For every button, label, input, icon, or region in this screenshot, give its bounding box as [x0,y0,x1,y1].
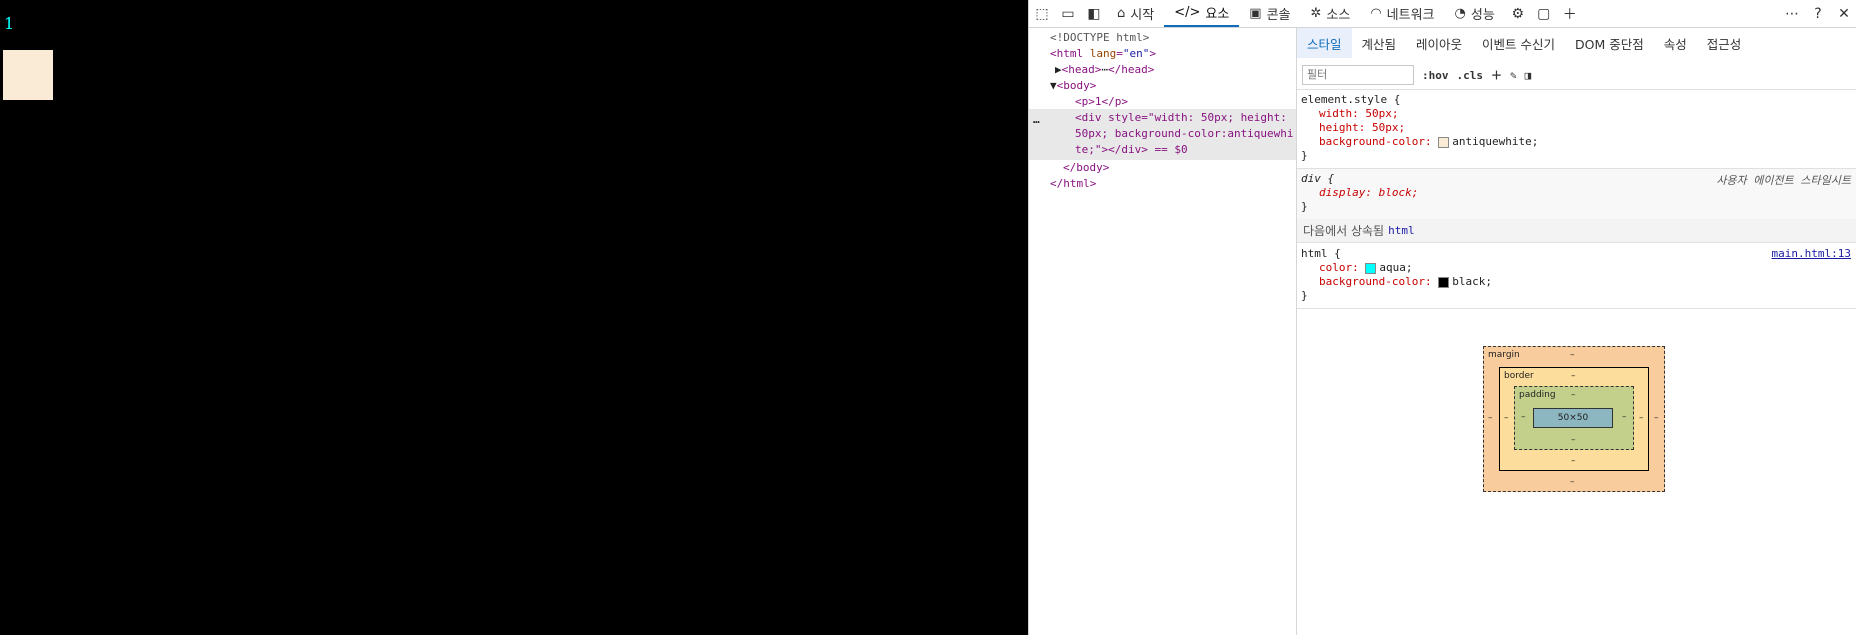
ua-stylesheet-label: 사용자 에이전트 스타일시트 [1716,174,1851,187]
subtab-properties[interactable]: 속성 [1654,28,1697,58]
rule-property: display: block; [1319,186,1419,199]
dock-panel-icon[interactable]: ◧ [1081,0,1107,27]
div-node-line-1[interactable]: <div style="width: 50px; height: [1075,110,1287,126]
node-menu-icon[interactable]: … [1033,112,1040,128]
subtab-layout[interactable]: 레이아웃 [1406,28,1472,58]
tab-performance[interactable]: ◔ 성능 [1445,0,1505,27]
source-link[interactable]: main.html:13 [1772,247,1851,260]
tab-network[interactable]: ◠ 네트워크 [1360,0,1444,27]
subtab-styles[interactable]: 스타일 [1297,28,1352,58]
devtools-toolbar: ⬚ ▭ ◧ ⌂ 시작 </> 요소 ▣ 콘솔 ✲ 소스 ◠ 네트워크 ◔ 성능 ⚙ ▢ ＋ … [1029,0,1856,28]
color-swatch[interactable] [1365,262,1377,274]
antiquewhite-box [3,50,53,100]
rule-property[interactable]: color: aqua; [1319,261,1412,275]
rule-property[interactable]: background-color: black; [1319,275,1492,289]
inspect-icon[interactable]: ⬚ [1029,0,1055,27]
devtools-panel: ⬚ ▭ ◧ ⌂ 시작 </> 요소 ▣ 콘솔 ✲ 소스 ◠ 네트워크 ◔ 성능 ⚙ ▢ ＋ … [1028,0,1856,635]
hov-toggle[interactable]: :hov [1422,69,1449,82]
close-icon[interactable]: ✕ [1831,0,1856,27]
rule-property[interactable]: width: 50px; [1319,107,1398,121]
cls-toggle[interactable]: .cls [1457,69,1484,82]
code-icon: </> [1174,5,1201,20]
help-icon[interactable]: ? [1805,0,1831,27]
rule-property[interactable]: height: 50px; [1319,121,1405,135]
rule-property[interactable]: background-color: antiquewhite; [1319,135,1538,149]
expand-arrow-icon[interactable]: ▶ [1055,63,1062,76]
box-model-content[interactable]: 50×50 [1533,408,1613,428]
page-paragraph: 1 [4,14,15,33]
paint-brush-icon[interactable]: ✎ [1510,69,1517,82]
box-model-border[interactable]: border – – – – padding – – – – 50×50 [1499,367,1649,471]
home-icon: ⌂ [1117,6,1126,21]
wifi-icon: ◠ [1370,6,1382,21]
panel-icon[interactable]: ▢ [1531,0,1557,27]
subtab-event-listeners[interactable]: 이벤트 수신기 [1472,28,1565,58]
p-node[interactable]: <p>1</p> [1075,94,1128,110]
body-node[interactable]: ▼<body> [1050,78,1096,94]
page-viewport: 1 [0,0,1028,635]
rule-close: } [1301,149,1308,162]
bug-icon: ✲ [1310,6,1322,21]
subtab-accessibility[interactable]: 접근성 [1697,28,1752,58]
rule-close: } [1301,200,1308,213]
color-swatch[interactable] [1438,276,1450,288]
plus-icon[interactable]: ＋ [1557,0,1583,27]
element-style-rule: element.style { width: 50px; height: 50p… [1297,90,1856,169]
subtab-dom-breakpoints[interactable]: DOM 중단점 [1565,28,1654,58]
html-node[interactable]: <html lang="en"> [1050,46,1156,62]
settings-icon[interactable]: ⚙ [1505,0,1531,27]
color-swatch[interactable] [1438,136,1450,148]
tab-home[interactable]: ⌂ 시작 [1107,0,1164,27]
rule-selector[interactable]: html { [1301,247,1341,261]
doctype-line[interactable]: <!DOCTYPE html> [1050,30,1149,46]
device-emulation-icon[interactable]: ▭ [1055,0,1081,27]
html-rule: html { color: aqua; background-color: bl… [1297,244,1856,309]
rule-selector[interactable]: element.style { [1301,93,1400,107]
filter-row: :hov .cls ＋ ✎ ◨ [1297,61,1856,90]
box-model-margin[interactable]: margin – – – – border – – – – padding – … [1483,346,1665,492]
styles-pane: 스타일 계산됨 레이아웃 이벤트 수신기 DOM 중단점 속성 접근성 :hov… [1297,28,1856,635]
gauge-icon: ◔ [1454,6,1466,21]
tab-console[interactable]: ▣ 콘솔 [1239,0,1300,27]
styles-subtabs: 스타일 계산됨 레이아웃 이벤트 수신기 DOM 중단점 속성 접근성 [1297,28,1856,58]
subtab-computed[interactable]: 계산됨 [1352,28,1407,58]
more-icon[interactable]: ⋯ [1779,0,1805,27]
html-close: </html> [1050,177,1097,190]
tab-sources[interactable]: ✲ 소스 [1301,0,1361,27]
filter-input[interactable] [1302,65,1414,85]
div-ua-rule: div { display: block; } 사용자 에이전트 스타일시트 [1297,169,1856,220]
inherited-section-header: 다음에서 상속됨 html [1297,219,1856,243]
div-node-line-3[interactable]: te;"></div> == $0 [1075,142,1188,158]
collapse-arrow-icon[interactable]: ▼ [1050,79,1057,92]
div-node-line-2[interactable]: 50px; background-color:antiquewhi [1075,126,1294,142]
head-node[interactable]: ▶<head>⋯</head> [1055,62,1154,78]
body-close: </body> [1063,161,1110,174]
tab-elements[interactable]: </> 요소 [1164,0,1240,27]
new-rule-icon[interactable]: ＋ [1491,67,1502,83]
inherited-node-link[interactable]: html [1388,224,1415,237]
console-icon: ▣ [1249,6,1262,21]
dom-tree: <!DOCTYPE html> <html lang="en"> ▶<head>… [1029,28,1297,635]
rule-close: } [1301,289,1308,302]
rule-selector: div { [1301,172,1335,185]
box-model-padding[interactable]: padding – – – – 50×50 [1514,386,1634,450]
box-model-diagram: margin – – – – border – – – – padding – … [1483,346,1665,492]
toggle-sidebar-icon[interactable]: ◨ [1525,69,1532,82]
